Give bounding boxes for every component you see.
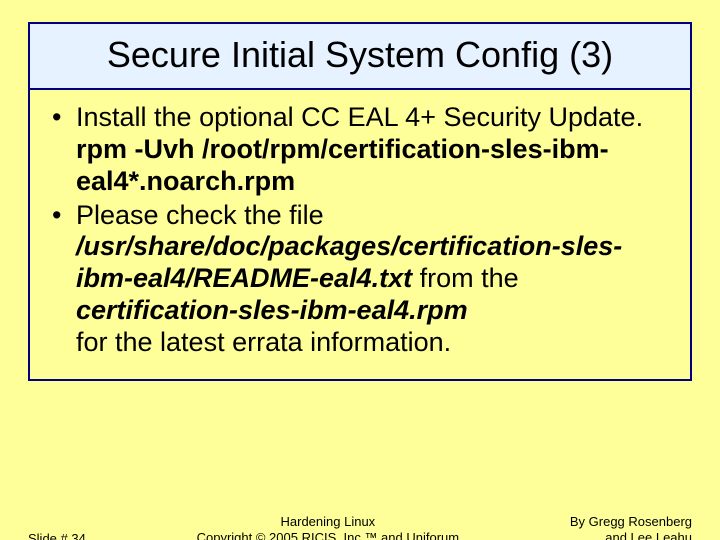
bullet-item: Please check the file /usr/share/doc/pac…	[48, 200, 672, 359]
bullet-intro: Please check the file	[76, 200, 324, 230]
footer-author: By Gregg Rosenberg and Lee Leahu	[570, 514, 692, 540]
footer-right-line1: By Gregg Rosenberg	[570, 514, 692, 529]
title-box: Secure Initial System Config (3)	[28, 22, 692, 90]
footer-right-line2: and Lee Leahu	[605, 530, 692, 540]
footer-center-line1: Hardening Linux	[281, 514, 376, 529]
bullet-path: /usr/share/doc/packages/certification-sl…	[76, 231, 622, 293]
bullet-command: rpm -Uvh /root/rpm/certification-sles-ib…	[76, 134, 609, 196]
footer-center: Hardening Linux Copyright © 2005 RICIS, …	[86, 514, 570, 540]
bullet-pkg: certification-sles-ibm-eal4.rpm	[76, 295, 468, 325]
bullet-item: Install the optional CC EAL 4+ Security …	[48, 102, 672, 198]
bullet-outro: for the latest errata information.	[76, 327, 451, 357]
bullet-mid: from the	[412, 263, 519, 293]
bullet-list: Install the optional CC EAL 4+ Security …	[48, 102, 672, 359]
footer-slide-number: Slide # 34	[28, 531, 86, 540]
footer: Slide # 34 Hardening Linux Copyright © 2…	[0, 514, 720, 540]
slide-title: Secure Initial System Config (3)	[38, 34, 682, 76]
bullet-intro: Install the optional CC EAL 4+ Security …	[76, 102, 643, 132]
body-box: Install the optional CC EAL 4+ Security …	[28, 90, 692, 381]
footer-center-line2: Copyright © 2005 RICIS, Inc.™ and Unifor…	[197, 530, 459, 540]
slide: Secure Initial System Config (3) Install…	[0, 22, 720, 540]
